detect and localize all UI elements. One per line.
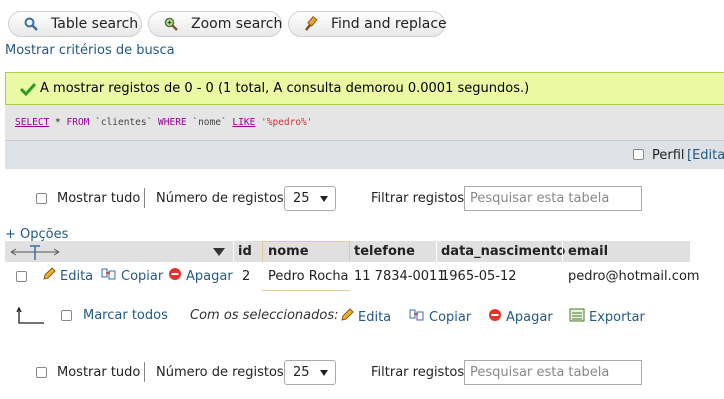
cell-id[interactable]: 2	[242, 262, 250, 290]
profile-label: Perfil	[652, 148, 685, 163]
bulk-delete-label: Apagar	[506, 309, 553, 325]
zoom-search-icon	[163, 16, 179, 32]
sql-keyword-select[interactable]: SELECT	[15, 117, 49, 128]
rows-count-select[interactable]: 25	[284, 186, 336, 211]
check-all-checkbox[interactable]	[61, 310, 72, 321]
column-header-email[interactable]: email	[568, 241, 608, 262]
pencil-icon	[340, 308, 354, 326]
rows-count-label: Número de registos:	[156, 191, 289, 206]
sql-keyword-from: FROM	[66, 117, 90, 128]
cell-telefone[interactable]: 11 7834-0011	[354, 262, 446, 290]
query-options-bar: Perfil [Editar	[5, 140, 724, 169]
cell-data-nascimento[interactable]: 1965-05-12	[441, 262, 517, 290]
delete-icon	[168, 267, 182, 285]
show-all-checkbox[interactable]	[36, 367, 47, 378]
row-delete-label: Apagar	[186, 268, 233, 284]
sql-keyword-like[interactable]: LIKE	[232, 117, 255, 128]
tab-label: Table search	[51, 16, 139, 32]
row-checkbox[interactable]	[16, 271, 27, 282]
column-arrows-icon[interactable]	[9, 242, 61, 261]
filter-input[interactable]: Pesquisar esta tabela	[464, 360, 642, 385]
success-message: A mostrar registos de 0 - 0 (1 total, A …	[5, 72, 724, 105]
find-replace-icon	[303, 15, 319, 32]
sql-query: SELECT * FROM `clientes` WHERE `nome` LI…	[5, 105, 724, 140]
sql-keyword-where: WHERE	[158, 117, 187, 128]
bulk-copy-button[interactable]: Copiar	[409, 308, 471, 326]
rows-count-label: Número de registos:	[156, 365, 289, 380]
sort-dropdown-icon[interactable]	[213, 248, 225, 256]
profile-checkbox[interactable]	[633, 149, 644, 160]
show-criteria-link[interactable]: Mostrar critérios de busca	[5, 43, 175, 58]
filter-label: Filtrar registos:	[371, 365, 469, 380]
bulk-delete-button[interactable]: Apagar	[488, 308, 553, 326]
sql-star: *	[49, 117, 67, 128]
column-header-data-nascimento[interactable]: data_nascimento	[441, 241, 565, 262]
chevron-down-icon	[320, 196, 328, 202]
rows-count-value: 25	[293, 191, 310, 206]
pencil-icon	[42, 267, 56, 285]
tab-label: Find and replace	[331, 16, 447, 32]
row-delete-button[interactable]: Apagar	[168, 262, 233, 290]
bulk-export-button[interactable]: Exportar	[569, 308, 645, 326]
sql-table: `clientes`	[89, 117, 159, 128]
tab-label: Zoom search	[191, 16, 283, 32]
export-icon	[569, 308, 585, 326]
copy-icon	[409, 308, 425, 326]
column-header-telefone[interactable]: telefone	[354, 241, 415, 262]
copy-icon	[101, 267, 117, 285]
row-copy-label: Copiar	[121, 268, 164, 284]
filter-input[interactable]: Pesquisar esta tabela	[464, 186, 642, 211]
with-selected-label: Com os seleccionados:	[190, 308, 339, 323]
show-all-label: Mostrar tudo	[57, 365, 141, 380]
rows-count-select[interactable]: 25	[284, 360, 336, 385]
divider	[144, 362, 145, 382]
chevron-down-icon	[320, 370, 328, 376]
column-header-nome[interactable]: nome	[268, 241, 309, 262]
bulk-edit-label: Edita	[358, 309, 392, 325]
sql-column: `nome`	[186, 117, 233, 128]
arrow-turn-icon	[16, 306, 46, 330]
tab-zoom-search[interactable]: Zoom search	[148, 11, 282, 37]
navigation-bar-bottom: Mostrar tudo Número de registos: 25 Filt…	[0, 358, 724, 388]
check-icon	[19, 82, 37, 96]
options-link[interactable]: + Opções	[5, 227, 68, 242]
show-all-checkbox[interactable]	[36, 193, 47, 204]
cell-nome[interactable]: Pedro Rocha	[268, 262, 349, 290]
delete-icon	[488, 308, 502, 326]
table-row: Edita Copiar Apagar 2 Pedro Rocha 11 783…	[5, 262, 700, 290]
tab-find-replace[interactable]: Find and replace	[288, 11, 447, 37]
sql-value: '%pedro%'	[255, 117, 313, 128]
table-header: id nome telefone data_nascimento email	[5, 241, 690, 262]
bulk-edit-button[interactable]: Edita	[340, 308, 391, 326]
row-edit-button[interactable]: Edita	[42, 262, 93, 290]
navigation-bar-top: Mostrar tudo Número de registos: 25 Filt…	[0, 184, 724, 214]
rows-count-value: 25	[293, 365, 310, 380]
bulk-copy-label: Copiar	[429, 309, 472, 325]
edit-query-link[interactable]: [Editar	[687, 148, 724, 163]
search-icon	[23, 16, 39, 32]
divider	[144, 188, 145, 208]
cell-email[interactable]: pedro@hotmail.com	[568, 262, 700, 290]
show-all-label: Mostrar tudo	[57, 191, 141, 206]
column-header-id[interactable]: id	[238, 241, 252, 262]
bulk-actions-bar: Marcar todos Com os seleccionados: Edita…	[0, 302, 724, 330]
filter-label: Filtrar registos:	[371, 191, 469, 206]
bulk-export-label: Exportar	[589, 309, 645, 325]
check-all-link[interactable]: Marcar todos	[83, 308, 168, 323]
row-copy-button[interactable]: Copiar	[101, 262, 163, 290]
row-edit-label: Edita	[60, 268, 94, 284]
tab-table-search[interactable]: Table search	[8, 11, 142, 37]
